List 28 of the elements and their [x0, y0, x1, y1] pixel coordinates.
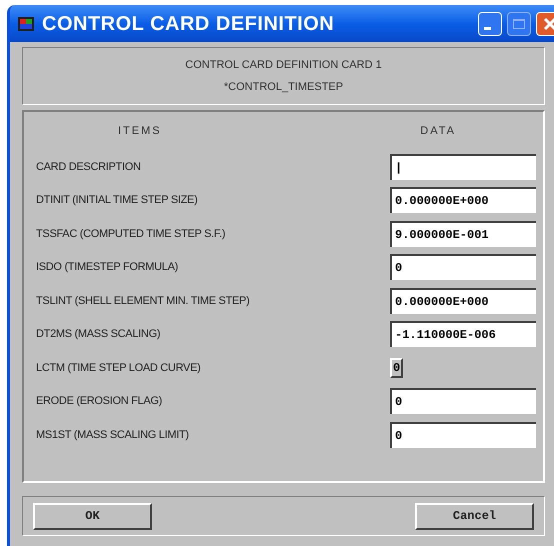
window-title: CONTROL CARD DEFINITION — [42, 12, 334, 36]
item-label: CARD DESCRIPTION — [36, 160, 141, 174]
load-curve-button[interactable]: 0 — [390, 358, 404, 378]
data-field[interactable]: 0.000000E+000 — [390, 288, 536, 314]
items-column-header: ITEMS — [118, 124, 162, 139]
item-label: ISDO (TIMESTEP FORMULA) — [36, 260, 178, 275]
data-field[interactable]: 0 — [390, 254, 536, 280]
item-label: DTINIT (INITIAL TIME STEP SIZE) — [36, 193, 198, 208]
ok-button[interactable]: OK — [33, 502, 152, 530]
card-heading: CONTROL CARD DEFINITION CARD 1 — [185, 58, 382, 72]
data-field[interactable]: 9.000000E-001 — [390, 220, 536, 247]
cancel-button[interactable]: Cancel — [415, 502, 534, 530]
card-keyword: *CONTROL_TIMESTEP — [224, 80, 344, 95]
data-column-header: DATA — [420, 124, 456, 139]
item-label: LCTM (TIME STEP LOAD CURVE) — [36, 360, 200, 376]
data-field[interactable]: 0.000000E+000 — [390, 187, 536, 214]
data-field[interactable]: -1.110000E-006 — [390, 321, 536, 348]
data-field[interactable]: | — [390, 154, 536, 180]
close-icon — [543, 16, 554, 30]
item-label: DT2MS (MASS SCALING) — [36, 327, 160, 342]
data-field[interactable]: 0 — [390, 388, 536, 414]
item-label: ERODE (EROSION FLAG) — [36, 394, 162, 409]
data-field[interactable]: 0 — [390, 422, 536, 448]
item-label: MS1ST (MASS SCALING LIMIT) — [36, 428, 189, 442]
app-icon — [18, 16, 34, 30]
minimize-button[interactable] — [478, 12, 502, 36]
item-label: TSLINT (SHELL ELEMENT MIN. TIME STEP) — [36, 294, 250, 308]
item-label: TSSFAC (COMPUTED TIME STEP S.F.) — [36, 226, 226, 242]
